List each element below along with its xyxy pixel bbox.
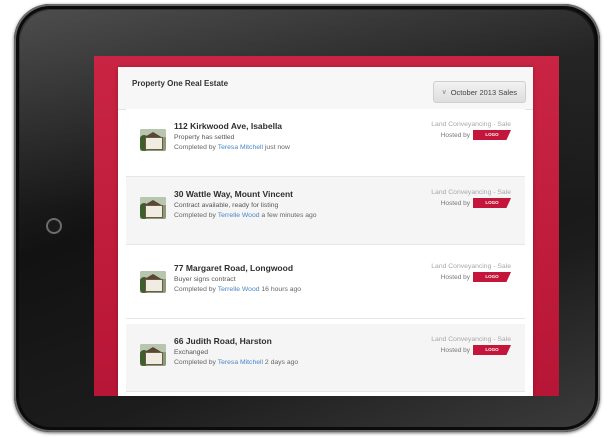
- completed-time: a few minutes ago: [261, 212, 317, 219]
- listing-address[interactable]: 66 Judith Road, Harston: [174, 336, 272, 346]
- service-label: Land Conveyancing - Sale: [431, 189, 511, 196]
- page-title: Property One Real Estate: [132, 79, 229, 88]
- list-item[interactable]: 66 Judith Road, Harston Exchanged Comple…: [126, 324, 525, 392]
- hosted-label: Hosted by: [440, 346, 470, 354]
- tablet-frame: Property One Real Estate ∨ October 2013 …: [14, 4, 600, 432]
- house-photo-icon: [140, 344, 166, 366]
- listing-status: Buyer signs contract: [174, 276, 236, 283]
- house-photo-icon: [140, 197, 166, 219]
- list-item[interactable]: 112 Kirkwood Ave, Isabella Property has …: [126, 109, 525, 177]
- hosted-by: Hosted by LOGO: [441, 272, 511, 282]
- completed-time: 16 hours ago: [261, 286, 302, 293]
- listing-address[interactable]: 77 Margaret Road, Longwood: [174, 263, 293, 273]
- service-label: Land Conveyancing - Sale: [431, 336, 511, 343]
- home-button-icon: [46, 218, 62, 234]
- host-logo-badge: LOGO: [473, 198, 511, 208]
- completed-prefix: Completed by: [174, 212, 216, 219]
- hosted-by: Hosted by LOGO: [441, 345, 511, 355]
- service-label: Land Conveyancing - Sale: [431, 263, 511, 270]
- listing-status: Contract available, ready for listing: [174, 202, 279, 209]
- list-item[interactable]: 77 Margaret Road, Longwood Buyer signs c…: [126, 251, 525, 319]
- sales-period-label: October 2013 Sales: [450, 87, 517, 97]
- agent-link[interactable]: Terrelle Wood: [218, 286, 260, 293]
- hosted-by: Hosted by LOGO: [441, 130, 511, 140]
- host-logo-badge: LOGO: [473, 272, 511, 282]
- completed-time: 2 days ago: [264, 359, 299, 366]
- listing-completed: Completed by Terrelle Wood 16 hours ago: [174, 286, 301, 293]
- house-photo-icon: [140, 271, 166, 293]
- listing-address[interactable]: 30 Wattle Way, Mount Vincent: [174, 189, 293, 199]
- hosted-label: Hosted by: [440, 131, 470, 139]
- listing-status: Property has settled: [174, 134, 235, 141]
- panel-header: Property One Real Estate ∨ October 2013 …: [118, 67, 533, 110]
- list-item[interactable]: 30 Wattle Way, Mount Vincent Contract av…: [126, 177, 525, 245]
- agent-link[interactable]: Teresa Mitchell: [218, 144, 263, 151]
- listing-completed: Completed by Terrelle Wood a few minutes…: [174, 212, 317, 219]
- hosted-label: Hosted by: [440, 273, 470, 281]
- hosted-by: Hosted by LOGO: [441, 198, 511, 208]
- agent-link[interactable]: Terrelle Wood: [218, 212, 260, 219]
- tablet-screen: Property One Real Estate ∨ October 2013 …: [94, 56, 559, 396]
- completed-prefix: Completed by: [174, 144, 216, 151]
- listing-address[interactable]: 112 Kirkwood Ave, Isabella: [174, 121, 282, 131]
- sales-period-button[interactable]: ∨ October 2013 Sales: [432, 81, 526, 103]
- listing-completed: Completed by Teresa Mitchell just now: [174, 144, 290, 151]
- activity-panel: Property One Real Estate ∨ October 2013 …: [118, 67, 533, 396]
- hosted-label: Hosted by: [440, 199, 470, 207]
- host-logo-badge: LOGO: [473, 345, 511, 355]
- completed-prefix: Completed by: [174, 359, 216, 366]
- house-photo-icon: [140, 129, 166, 151]
- completed-prefix: Completed by: [174, 286, 216, 293]
- listing-status: Exchanged: [174, 349, 209, 356]
- chevron-down-icon: ∨: [441, 89, 447, 96]
- agent-link[interactable]: Teresa Mitchell: [218, 359, 263, 366]
- listing-completed: Completed by Teresa Mitchell 2 days ago: [174, 359, 298, 366]
- service-label: Land Conveyancing - Sale: [431, 121, 511, 128]
- completed-time: just now: [264, 144, 290, 151]
- host-logo-badge: LOGO: [473, 130, 511, 140]
